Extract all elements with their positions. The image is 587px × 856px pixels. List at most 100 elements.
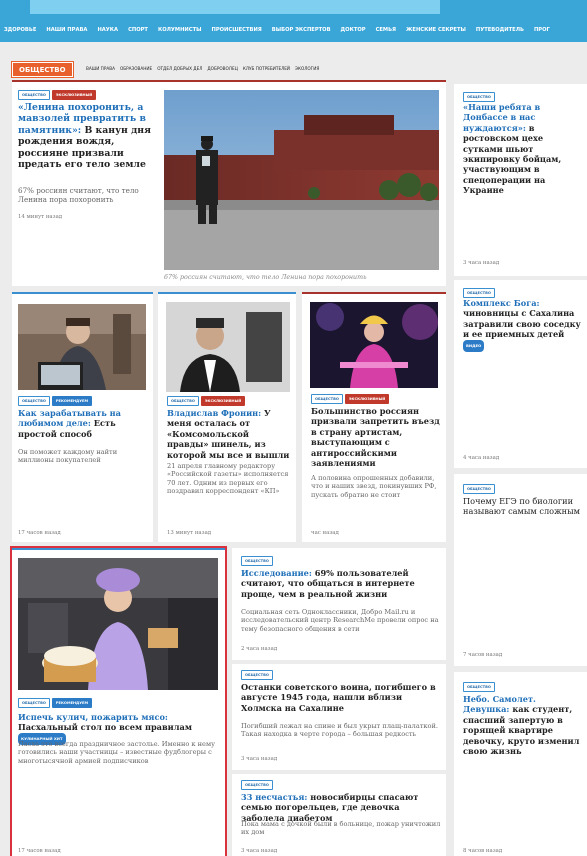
tag-society[interactable]: общество xyxy=(18,698,50,708)
tag-recommend[interactable]: рекомендуем xyxy=(51,396,93,406)
news-card[interactable]: общество рекомендуем Как зарабатывать на … xyxy=(12,292,153,542)
card-lead: 21 апреля главному редактору «Российской… xyxy=(167,462,289,496)
list-headline[interactable]: 33 несчастья: новосибирцы спасают семью … xyxy=(241,792,441,823)
side-time: 3 часа назад xyxy=(463,260,500,266)
headline-blue-part: Комплекс Бога: xyxy=(463,298,540,308)
side-tags: общество xyxy=(463,92,497,102)
card-tags: общество эксклюзивный xyxy=(311,394,391,404)
photo-caption: 67% россиян считают, что тело Ленина пор… xyxy=(164,274,367,281)
subnav-item[interactable]: ОБРАЗОВАНИЕ xyxy=(120,66,152,71)
list-item[interactable]: общество Останки советского воина, погиб… xyxy=(232,664,446,770)
easter-cake-photo[interactable] xyxy=(18,558,218,690)
tag-society[interactable]: общество xyxy=(18,90,50,100)
list-time: 2 часа назад xyxy=(241,646,278,652)
side-time: 4 часа назад xyxy=(463,455,500,461)
subnav-item[interactable]: ВАШИ ПРАВА xyxy=(86,66,115,71)
list-lead: Социальная сеть Одноклассники, Добро Mai… xyxy=(241,608,439,633)
card-headline[interactable]: Как зарабатывать на любимом деле: Есть п… xyxy=(18,408,150,439)
headline-blue-part: 33 несчастья: xyxy=(241,792,308,802)
tag-society[interactable]: общество xyxy=(463,484,495,494)
nav-item[interactable]: Доктор xyxy=(341,27,366,33)
side-news-card[interactable]: общество Почему ЕГЭ по биологии называют… xyxy=(454,474,587,666)
card-lead: Пасха это всегда праздничное застолье. И… xyxy=(18,740,215,765)
side-headline[interactable]: Почему ЕГЭ по биологии называют самым сл… xyxy=(463,496,585,517)
side-tags: общество xyxy=(463,682,497,692)
side-headline[interactable]: Небо. Самолет. Девушка: как студент, спа… xyxy=(463,694,585,756)
list-headline[interactable]: Исследование: 69% пользователей считают,… xyxy=(241,568,441,599)
nav-item[interactable]: Наука xyxy=(97,27,118,33)
card-headline[interactable]: Владислав Фронин: У меня осталась от «Ко… xyxy=(167,408,293,460)
news-card[interactable]: общество эксклюзивный Владислав Фронин: У… xyxy=(158,292,296,542)
card-tags: общество рекомендуем xyxy=(18,396,94,406)
section-label[interactable]: ОБЩЕСТВО xyxy=(12,62,73,77)
stage-performer-photo[interactable] xyxy=(310,302,438,388)
tag-society[interactable]: общество xyxy=(241,556,273,566)
subnav-item[interactable]: КЛУБ ПОТРЕБИТЕЛЕЙ xyxy=(243,66,290,71)
top-banner-strip xyxy=(30,0,440,14)
nav-item[interactable]: Семья xyxy=(376,27,396,33)
tag-society[interactable]: общество xyxy=(241,670,273,680)
nav-item[interactable]: Спорт xyxy=(128,27,148,33)
tag-society[interactable]: общество xyxy=(463,288,495,298)
headline-blue-part: Испечь кулич, пожарить мясо: xyxy=(18,712,168,722)
list-headline[interactable]: Останки советского воина, погибшего в ав… xyxy=(241,682,441,713)
list-tags: общество xyxy=(241,556,275,566)
card-lead: А половина опрошенных добавили, что и на… xyxy=(311,474,437,499)
card-tags: общество рекомендуем xyxy=(18,698,94,708)
news-card[interactable]: общество эксклюзивный Большинство россиян… xyxy=(302,292,446,542)
card-tags: общество эксклюзивный xyxy=(167,396,247,406)
side-headline[interactable]: Комплекс Бога: чиновницы с Сахалина затр… xyxy=(463,298,585,353)
section-subnav: ВАШИ ПРАВА ОБРАЗОВАНИЕ ОТДЕЛ ДОБРЫХ ДЕЛ … xyxy=(86,66,319,71)
card-time: 13 минут назад xyxy=(167,530,212,536)
side-news-card[interactable]: общество «Наши ребята в Донбассе в нас н… xyxy=(454,84,587,276)
nav-item[interactable]: Путеводитель xyxy=(476,27,524,33)
top-navigation-bar: Здоровье Наши права Наука Спорт Колумнис… xyxy=(0,0,587,42)
list-time: 3 часа назад xyxy=(241,848,278,854)
main-featured-card[interactable]: общество эксклюзивный «Ленина похоронить,… xyxy=(12,80,446,286)
side-news-card[interactable]: общество Небо. Самолет. Девушка: как сту… xyxy=(454,672,587,856)
tag-society[interactable]: общество xyxy=(463,682,495,692)
subnav-item[interactable]: ОТДЕЛ ДОБРЫХ ДЕЛ xyxy=(157,66,202,71)
man-with-laptop-photo[interactable] xyxy=(18,304,146,390)
tag-society[interactable]: общество xyxy=(463,92,495,102)
side-tags: общество xyxy=(463,288,497,298)
tag-society[interactable]: общество xyxy=(241,780,273,790)
card-headline[interactable]: Большинство россиян призвали запретить в… xyxy=(311,406,443,468)
portrait-photo[interactable] xyxy=(166,302,290,392)
nav-item[interactable]: Здоровье xyxy=(4,27,36,33)
video-badge[interactable]: видео xyxy=(463,339,485,353)
list-tags: общество xyxy=(241,670,275,680)
side-tags: общество xyxy=(463,484,497,494)
list-item[interactable]: общество 33 несчастья: новосибирцы спаса… xyxy=(232,774,446,856)
list-lead: Пока мама с дочкой были в больнице, пожа… xyxy=(241,820,441,837)
nav-item[interactable]: Наши права xyxy=(46,27,87,33)
lenin-mausoleum-photo[interactable] xyxy=(164,90,439,270)
tag-society[interactable]: общество xyxy=(18,396,50,406)
main-headline[interactable]: «Ленина похоронить, а мавзолей превратит… xyxy=(18,102,158,170)
nav-item[interactable]: Колумнисты xyxy=(158,27,202,33)
nav-item[interactable]: Происшествия xyxy=(212,27,262,33)
tag-society[interactable]: общество xyxy=(167,396,199,406)
card-lead: Он поможет каждому найти миллионы покупа… xyxy=(18,448,118,465)
nav-item[interactable]: Женские секреты xyxy=(406,27,466,33)
featured-recipe-card[interactable]: общество рекомендуем Испечь кулич, пожари… xyxy=(10,546,227,856)
side-news-card[interactable]: общество Комплекс Бога: чиновницы с Саха… xyxy=(454,280,587,468)
tag-society[interactable]: общество xyxy=(311,394,343,404)
side-headline[interactable]: «Наши ребята в Донбассе в нас нуждаются»… xyxy=(463,102,585,196)
headline-black-part: чиновницы с Сахалина затравили свою сосе… xyxy=(463,308,581,340)
nav-item[interactable]: Прог xyxy=(534,27,550,33)
subnav-item[interactable]: ДОБРОВОЛЕЦ xyxy=(207,66,237,71)
subnav-item[interactable]: ЭКОЛОГИЯ xyxy=(295,66,319,71)
main-tags: общество эксклюзивный xyxy=(18,90,98,100)
card-time: 17 часов назад xyxy=(18,848,61,854)
tag-exclusive[interactable]: эксклюзивный xyxy=(51,90,97,100)
list-item[interactable]: общество Исследование: 69% пользователей… xyxy=(232,548,446,660)
tag-exclusive[interactable]: эксклюзивный xyxy=(200,396,246,406)
tag-recommend[interactable]: рекомендуем xyxy=(51,698,93,708)
headline-blue-part: Исследование: xyxy=(241,568,312,578)
headline-blue-part: Владислав Фронин: xyxy=(167,408,262,418)
side-time: 8 часов назад xyxy=(463,848,503,854)
nav-item[interactable]: Выбор экспертов xyxy=(272,27,331,33)
tag-exclusive[interactable]: эксклюзивный xyxy=(344,394,390,404)
list-time: 3 часа назад xyxy=(241,756,278,762)
